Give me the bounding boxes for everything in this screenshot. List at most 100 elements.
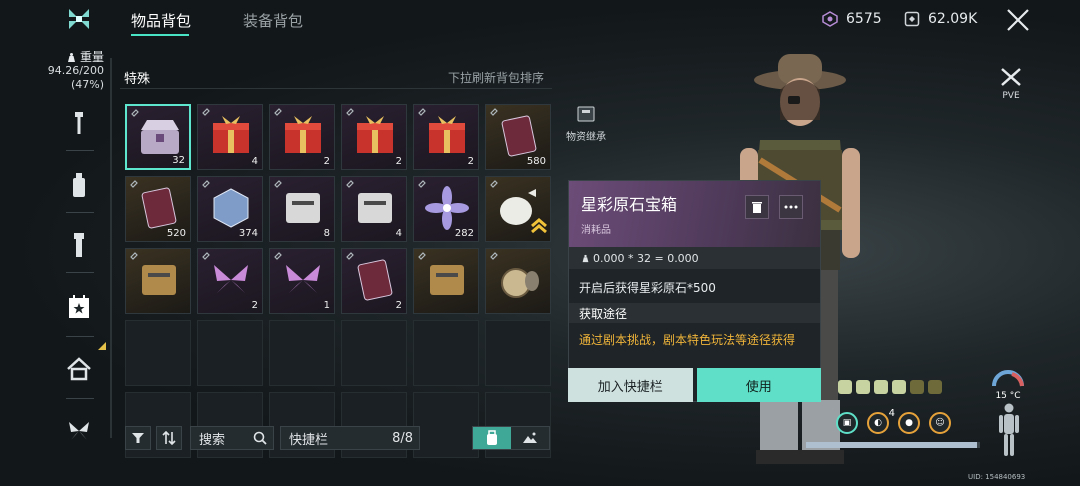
bottle-icon[interactable] [64, 170, 94, 200]
crossed-guns-icon [1001, 68, 1021, 86]
inventory-slot[interactable]: 2 [413, 104, 479, 170]
popup-item-type: 消耗品 [581, 225, 611, 236]
wrench-icon[interactable] [64, 108, 94, 138]
filter-icon [132, 433, 144, 443]
item-icon [430, 265, 464, 295]
tab-equipment-bag[interactable]: 装备背包 [243, 10, 303, 31]
more-options-icon[interactable] [779, 195, 803, 219]
empty-slot[interactable] [125, 320, 191, 386]
item-quantity: 32 [172, 155, 185, 166]
crate-icon [577, 106, 595, 122]
item-quantity: 4 [395, 228, 402, 239]
temperature-widget: 15 °C [990, 368, 1026, 401]
empty-slot[interactable] [269, 320, 335, 386]
add-to-quickbar-button[interactable]: 加入快捷栏 [568, 368, 693, 402]
house-icon[interactable] [64, 354, 94, 384]
inventory-slot[interactable]: 282 [413, 176, 479, 242]
empty-slot[interactable] [485, 320, 551, 386]
rank-up-chevron-icon [531, 218, 547, 234]
use-button[interactable]: 使用 [696, 368, 821, 402]
inventory-slot[interactable]: 1 [269, 248, 335, 314]
popup-source-title: 获取途径 [569, 303, 820, 323]
inventory-slot[interactable]: 4 [197, 104, 263, 170]
rail-divider [66, 212, 94, 213]
backpack-icon [487, 430, 497, 445]
inventory-slot[interactable]: 8 [269, 176, 335, 242]
item-quantity: 2 [395, 300, 402, 311]
empty-slot[interactable] [413, 392, 479, 458]
weight-icon [67, 52, 75, 62]
user-id: UID: 154840693 [968, 473, 1026, 481]
item-icon [286, 265, 320, 293]
inventory-slot[interactable]: 4 [341, 176, 407, 242]
inventory-slot[interactable]: 2 [197, 248, 263, 314]
refresh-hint: 下拉刷新背包排序 [448, 71, 545, 85]
popup-source-text: 通过剧本挑战，剧本特色玩法等途径获得 [579, 333, 796, 347]
stamina-bar [806, 442, 980, 448]
status-effect-icon [928, 380, 942, 394]
calendar-star-icon[interactable] [64, 292, 94, 322]
butterfly-icon[interactable] [64, 416, 94, 446]
empty-slot[interactable] [413, 320, 479, 386]
item-quantity: 2 [323, 156, 330, 167]
filter-button[interactable] [125, 426, 151, 450]
search-label: 搜索 [199, 432, 226, 448]
mood-gauge-icon: ☺ [929, 412, 951, 434]
supply-inherit-button[interactable]: 物资继承 [566, 103, 606, 143]
inventory-slot[interactable] [125, 248, 191, 314]
sort-icon [162, 431, 176, 445]
body-status-icon[interactable] [998, 402, 1020, 458]
weight-icon [582, 254, 589, 262]
trash-icon[interactable] [745, 195, 769, 219]
status-effect-icon [874, 380, 888, 394]
gauge-badge: 4 [888, 408, 895, 419]
popup-weight-text: 0.000 * 32 = 0.000 [593, 251, 699, 265]
inventory-slot[interactable] [413, 248, 479, 314]
popup-actions: 加入快捷栏 使用 [568, 368, 821, 402]
item-quantity: 8 [323, 228, 330, 239]
status-effect-icon [892, 380, 906, 394]
item-icon [141, 187, 177, 229]
item-icon [358, 193, 392, 223]
toggle-scene-view[interactable] [511, 427, 549, 449]
popup-item-name: 星彩原石宝箱 [581, 195, 678, 214]
item-icon [213, 188, 249, 228]
survival-gauges: ▣ ◐ 4 ● ☺ [836, 408, 951, 434]
quickbar-button[interactable]: 快捷栏 8/8 [280, 426, 420, 450]
rail-divider [66, 272, 94, 273]
inventory-slot[interactable]: 374 [197, 176, 263, 242]
rail-divider [66, 150, 94, 151]
popup-header: 星彩原石宝箱 消耗品 [569, 181, 820, 247]
hunger-gauge-icon: ◐ 4 [867, 408, 895, 434]
active-tab-indicator [131, 34, 189, 36]
pve-mode-button[interactable]: PVE [996, 66, 1026, 101]
tab-item-bag[interactable]: 物品背包 [131, 10, 191, 31]
inventory-slot[interactable]: 2 [269, 104, 335, 170]
search-icon [253, 431, 267, 445]
toggle-bag-view[interactable] [473, 427, 511, 449]
status-effect-icon [910, 380, 924, 394]
view-toggle [472, 426, 550, 450]
inventory-slot[interactable] [485, 248, 551, 314]
inventory-slot[interactable]: 32 [125, 104, 191, 170]
game-logo-icon[interactable] [66, 6, 92, 32]
inventory-slot[interactable]: 2 [341, 104, 407, 170]
credit-amount: 62.09K [928, 11, 978, 27]
gem-currency: 6575 [822, 11, 882, 27]
inventory-slot[interactable]: 520 [125, 176, 191, 242]
item-icon [286, 193, 320, 223]
search-input[interactable]: 搜索 [190, 426, 274, 450]
item-icon [501, 268, 539, 298]
sort-button[interactable] [156, 426, 182, 450]
item-icon [425, 186, 469, 230]
inventory-slot[interactable]: 580 [485, 104, 551, 170]
empty-slot[interactable] [341, 320, 407, 386]
bag-gauge-icon: ▣ [836, 412, 858, 434]
inventory-slot[interactable]: 2 [341, 248, 407, 314]
item-icon [501, 115, 537, 157]
item-quantity: 4 [251, 156, 258, 167]
flashlight-icon[interactable] [64, 230, 94, 260]
weight-indicator: 重量 94.26/200 (47%) [40, 50, 104, 92]
close-icon[interactable] [1005, 7, 1031, 33]
empty-slot[interactable] [197, 320, 263, 386]
